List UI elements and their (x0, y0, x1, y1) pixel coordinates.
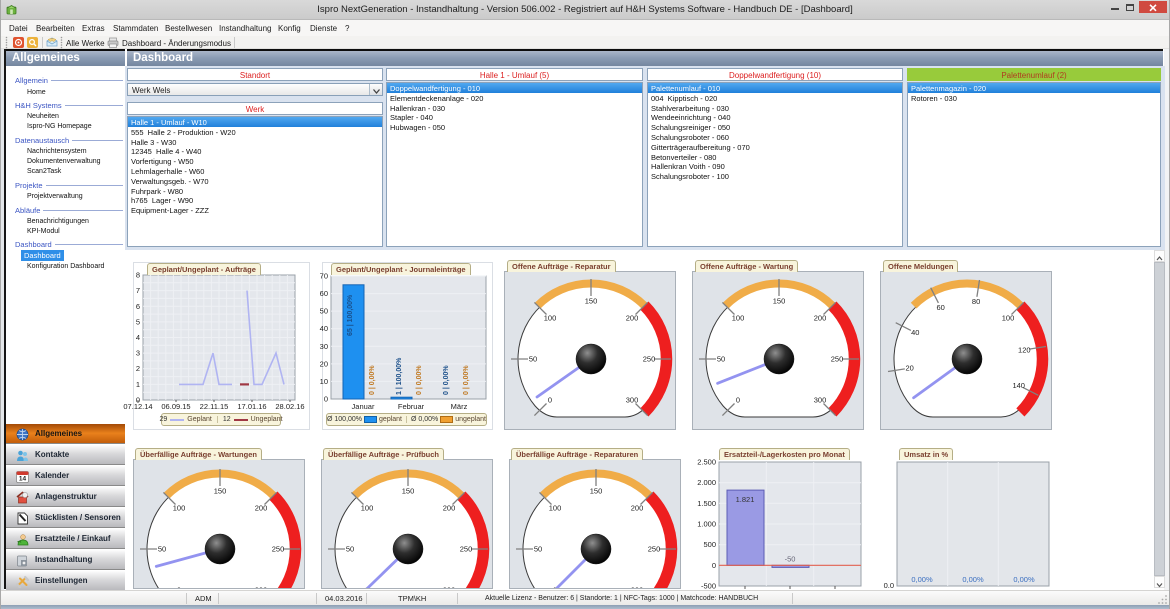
svg-text:2.500: 2.500 (697, 458, 716, 467)
svg-text:200: 200 (814, 314, 827, 323)
svg-text:Januar: Januar (352, 402, 375, 411)
svg-text:4: 4 (136, 333, 140, 342)
svg-text:1.000: 1.000 (697, 520, 716, 529)
svg-text:100: 100 (173, 504, 186, 513)
svg-text:200: 200 (626, 314, 639, 323)
svg-text:300: 300 (255, 586, 268, 590)
svg-text:200: 200 (631, 504, 644, 513)
svg-text:50: 50 (346, 545, 354, 554)
svg-text:200: 200 (443, 504, 456, 513)
svg-text:150: 150 (773, 297, 786, 306)
svg-text:140: 140 (1012, 381, 1025, 390)
svg-text:100: 100 (732, 314, 745, 323)
svg-text:0 | 0,00%: 0 | 0,00% (369, 365, 376, 395)
svg-text:300: 300 (631, 586, 644, 590)
svg-text:40: 40 (320, 324, 328, 333)
svg-text:2: 2 (136, 364, 140, 373)
svg-text:-50: -50 (785, 554, 796, 563)
svg-text:0: 0 (712, 561, 716, 570)
svg-text:70: 70 (320, 272, 328, 281)
svg-text:28.02.16: 28.02.16 (275, 402, 304, 411)
svg-text:100: 100 (544, 314, 557, 323)
svg-text:6: 6 (136, 302, 140, 311)
svg-text:1: 1 (136, 380, 140, 389)
svg-text:200: 200 (255, 504, 268, 513)
svg-text:0: 0 (736, 396, 740, 405)
svg-text:0: 0 (324, 395, 328, 404)
svg-text:0 | 0,00%: 0 | 0,00% (463, 365, 470, 395)
svg-text:März: März (451, 402, 468, 411)
svg-text:300: 300 (626, 396, 639, 405)
svg-text:250: 250 (460, 545, 473, 554)
svg-text:65 | 100,00%: 65 | 100,00% (347, 294, 354, 336)
svg-text:80: 80 (972, 297, 980, 306)
svg-text:100: 100 (1002, 314, 1015, 323)
svg-text:50: 50 (158, 545, 166, 554)
svg-text:0,00%: 0,00% (962, 575, 984, 584)
svg-text:50: 50 (320, 307, 328, 316)
svg-text:1 | 100,00%: 1 | 100,00% (396, 357, 403, 395)
svg-text:250: 250 (831, 355, 844, 364)
svg-text:0: 0 (548, 396, 552, 405)
svg-text:22.11.15: 22.11.15 (200, 402, 229, 411)
svg-text:14: 14 (19, 476, 27, 483)
svg-text:20: 20 (320, 359, 328, 368)
svg-text:50: 50 (529, 355, 537, 364)
svg-text:500: 500 (703, 540, 716, 549)
svg-text:0,00%: 0,00% (1013, 575, 1035, 584)
svg-text:5: 5 (136, 317, 140, 326)
svg-text:250: 250 (648, 545, 661, 554)
svg-text:40: 40 (911, 328, 919, 337)
svg-text:1.821: 1.821 (736, 495, 755, 504)
svg-text:Februar: Februar (398, 402, 425, 411)
svg-text:3: 3 (136, 349, 140, 358)
svg-text:60: 60 (320, 289, 328, 298)
svg-text:0.0: 0.0 (884, 581, 894, 590)
svg-text:0 | 0,00%: 0 | 0,00% (416, 365, 423, 395)
svg-text:50: 50 (717, 355, 725, 364)
svg-text:10: 10 (320, 377, 328, 386)
svg-text:0: 0 (177, 586, 181, 590)
svg-text:-500: -500 (701, 582, 716, 591)
svg-text:100: 100 (361, 504, 374, 513)
svg-text:8: 8 (136, 271, 140, 280)
svg-text:50: 50 (534, 545, 542, 554)
svg-text:06.09.15: 06.09.15 (161, 402, 190, 411)
svg-text:150: 150 (590, 487, 603, 496)
svg-text:300: 300 (443, 586, 456, 590)
svg-text:150: 150 (214, 487, 227, 496)
svg-text:07.12.14: 07.12.14 (123, 402, 152, 411)
svg-text:0 | 0,00%: 0 | 0,00% (443, 365, 450, 395)
svg-text:30: 30 (320, 342, 328, 351)
svg-text:17.01.16: 17.01.16 (237, 402, 266, 411)
svg-text:1.500: 1.500 (697, 499, 716, 508)
svg-text:7: 7 (136, 286, 140, 295)
svg-text:150: 150 (585, 297, 598, 306)
svg-text:2.000: 2.000 (697, 478, 716, 487)
svg-text:0,00%: 0,00% (911, 575, 933, 584)
svg-text:60: 60 (937, 303, 945, 312)
svg-text:250: 250 (272, 545, 285, 554)
svg-text:100: 100 (549, 504, 562, 513)
svg-text:300: 300 (814, 396, 827, 405)
svg-text:20: 20 (906, 364, 914, 373)
svg-text:250: 250 (643, 355, 656, 364)
svg-text:120: 120 (1018, 345, 1031, 354)
svg-text:150: 150 (402, 487, 415, 496)
